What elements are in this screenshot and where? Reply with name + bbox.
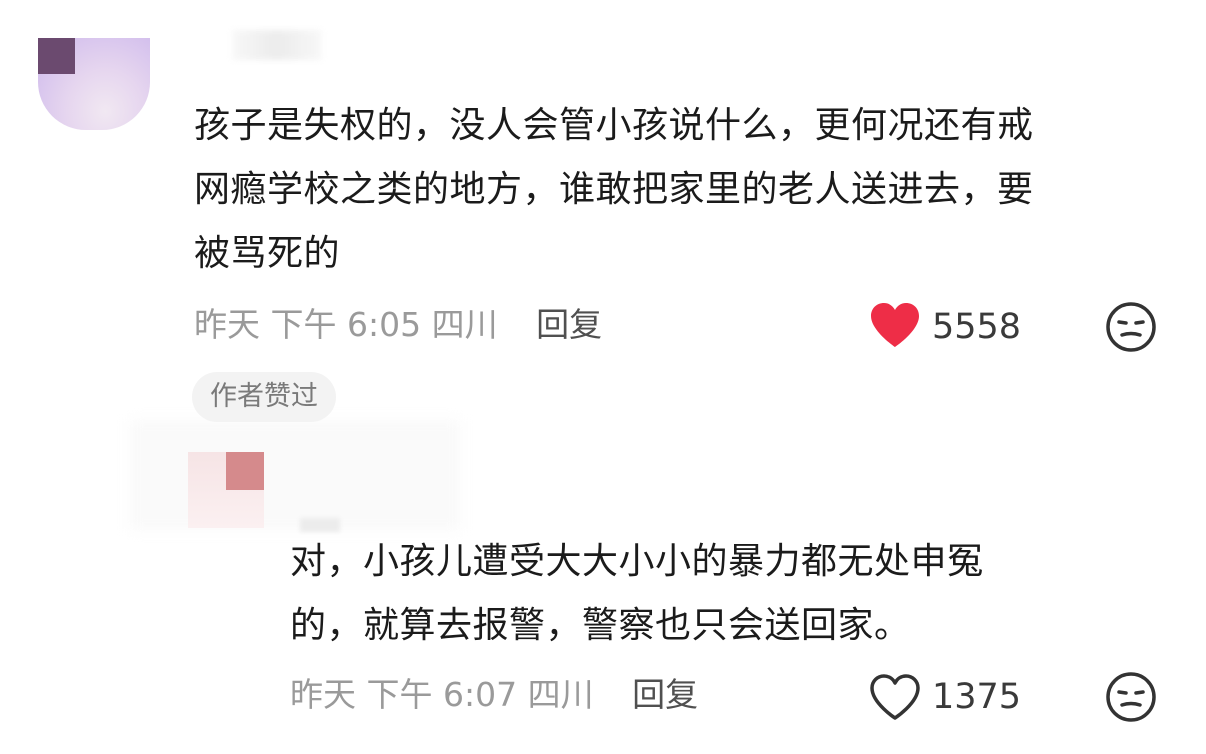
like-button[interactable]	[868, 672, 922, 722]
comment-line: 对，小孩儿遭受大大小小的暴力都无处申冤	[290, 541, 984, 582]
like-button[interactable]	[868, 300, 922, 350]
blurred-background	[130, 420, 460, 530]
comment-meta: 昨天 下午 6:05 四川 回复	[194, 302, 602, 348]
comment-line: 被骂死的	[194, 233, 341, 274]
comment-line: 的，就算去报警，警察也只会送回家。	[290, 605, 911, 646]
heart-filled-icon	[871, 303, 919, 347]
comment-meta: 昨天 下午 6:07 四川 回复	[290, 672, 698, 718]
like-count: 1375	[932, 677, 1022, 717]
avatar[interactable]	[188, 452, 264, 528]
comment-body: 孩子是失权的，没人会管小孩说什么，更何况还有戒 网瘾学校之类的地方，谁敢把家里的…	[194, 94, 1174, 286]
comment-line: 网瘾学校之类的地方，谁敢把家里的老人送进去，要	[194, 169, 1034, 210]
unhappy-face-icon	[1106, 302, 1156, 352]
dislike-button[interactable]	[1104, 670, 1158, 724]
username-blurred[interactable]	[232, 30, 322, 60]
dislike-button[interactable]	[1104, 300, 1158, 354]
like-count: 5558	[932, 307, 1022, 347]
comment-timestamp: 昨天 下午 6:07 四川	[290, 675, 594, 714]
reply-button[interactable]: 回复	[632, 675, 698, 714]
author-liked-badge: 作者赞过	[192, 372, 336, 422]
avatar[interactable]	[38, 38, 150, 130]
reply-button[interactable]: 回复	[536, 305, 602, 344]
comment-line: 孩子是失权的，没人会管小孩说什么，更何况还有戒	[194, 105, 1034, 146]
heart-outline-icon	[870, 674, 920, 720]
unhappy-face-icon	[1106, 672, 1156, 722]
comment-timestamp: 昨天 下午 6:05 四川	[194, 305, 498, 344]
comment-body: 对，小孩儿遭受大大小小的暴力都无处申冤 的，就算去报警，警察也只会送回家。	[290, 530, 1150, 658]
